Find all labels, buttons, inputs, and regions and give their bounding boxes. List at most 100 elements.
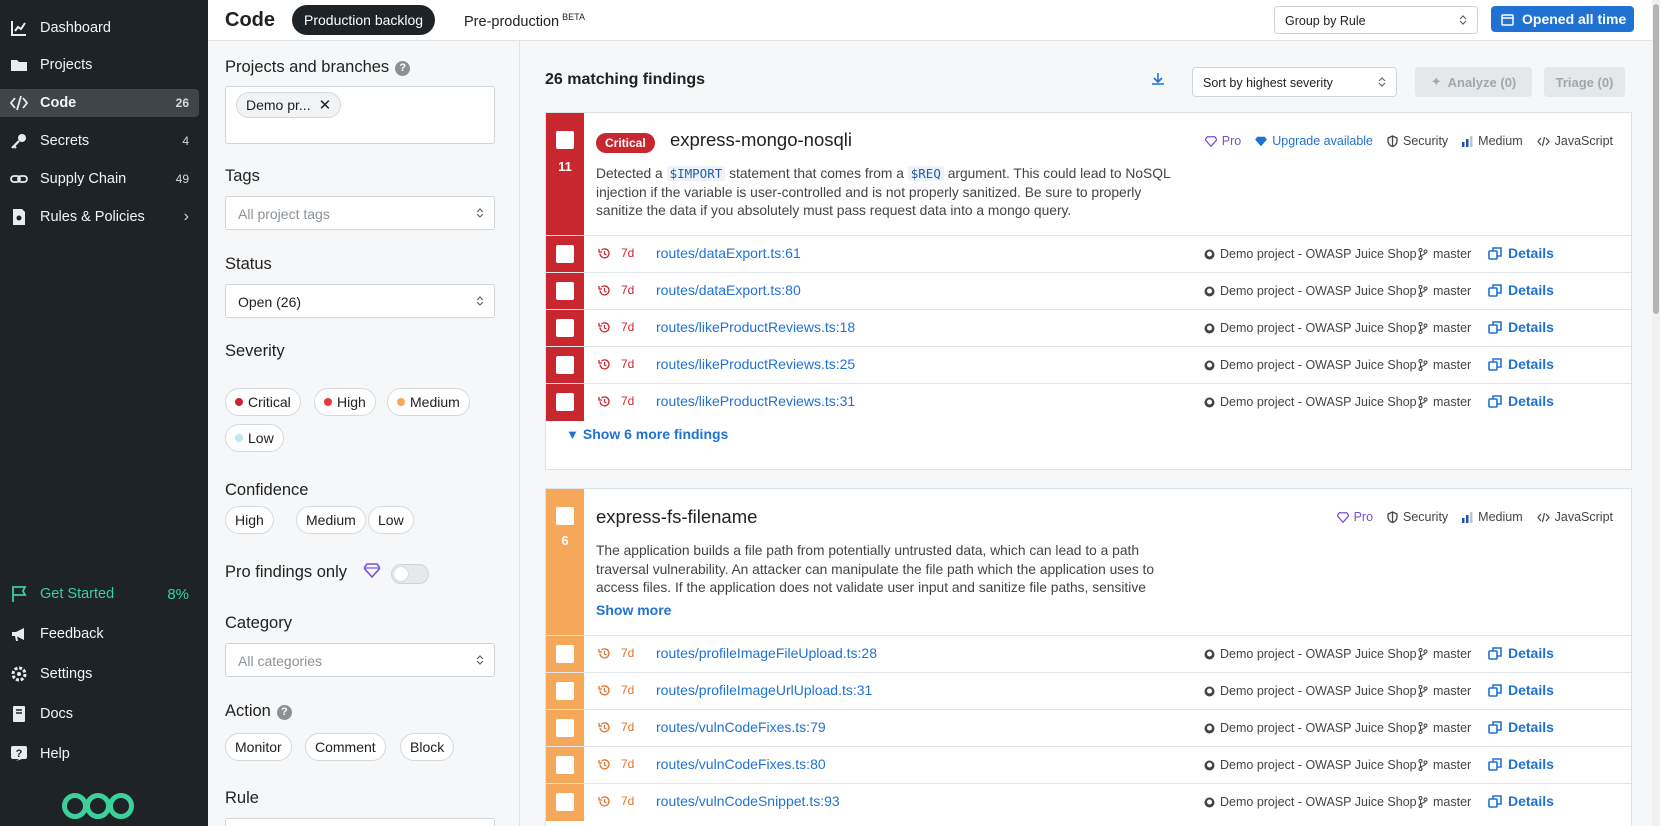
- sidebar-item-help[interactable]: ? Help: [0, 740, 199, 768]
- scrollbar-thumb[interactable]: [1653, 4, 1659, 314]
- category-label: Security: [1403, 134, 1449, 148]
- finding-path-link[interactable]: routes/vulnCodeFixes.ts:80: [656, 756, 826, 772]
- sidebar-item-secrets[interactable]: Secrets 4: [0, 127, 199, 155]
- finding-checkbox[interactable]: [556, 793, 574, 811]
- sidebar-item-get-started[interactable]: Get Started 8%: [0, 580, 199, 608]
- tab-production-backlog[interactable]: Production backlog: [292, 5, 436, 35]
- rule-select[interactable]: [225, 818, 495, 826]
- finding-checkbox[interactable]: [556, 319, 574, 337]
- sidebar-item-feedback[interactable]: Feedback: [0, 620, 199, 648]
- finding-checkbox[interactable]: [556, 245, 574, 263]
- sidebar-item-supply-chain[interactable]: Supply Chain 49: [0, 165, 199, 193]
- download-icon[interactable]: [1150, 71, 1166, 87]
- finding-row[interactable]: 7d routes/likeProductReviews.ts:31 Demo pr…: [546, 383, 1631, 421]
- analyze-button[interactable]: ✦ Analyze (0): [1415, 67, 1532, 97]
- finding-path-link[interactable]: routes/likeProductReviews.ts:18: [656, 319, 855, 335]
- details-button[interactable]: Details: [1488, 682, 1554, 698]
- finding-checkbox[interactable]: [556, 393, 574, 411]
- finding-row[interactable]: 7d routes/dataExport.ts:61 Demo project - …: [546, 235, 1631, 273]
- show-more-link[interactable]: Show more: [596, 602, 671, 618]
- finding-path-link[interactable]: routes/likeProductReviews.ts:25: [656, 356, 855, 372]
- rule-name[interactable]: express-mongo-nosqli: [670, 129, 852, 151]
- sidebar-item-rules-policies[interactable]: Rules & Policies ›: [0, 203, 199, 231]
- finding-path-link[interactable]: routes/dataExport.ts:61: [656, 245, 801, 261]
- details-button[interactable]: Details: [1488, 793, 1554, 809]
- finding-path-link[interactable]: routes/likeProductReviews.ts:31: [656, 393, 855, 409]
- finding-checkbox[interactable]: [556, 645, 574, 663]
- category-select[interactable]: All categories: [225, 643, 495, 677]
- sidebar-item-dashboard[interactable]: Dashboard: [0, 14, 199, 42]
- action-comment-pill[interactable]: Comment: [305, 733, 386, 761]
- svg-text:?: ?: [16, 748, 23, 760]
- sidebar-item-code[interactable]: Code 26: [0, 89, 199, 117]
- finding-row[interactable]: 7d routes/likeProductReviews.ts:25 Demo pr…: [546, 346, 1631, 384]
- finding-checkbox[interactable]: [556, 356, 574, 374]
- pro-findings-toggle[interactable]: [391, 564, 429, 584]
- finding-project: Demo project - OWASP Juice Shop: [1204, 684, 1417, 698]
- sidebar-item-settings[interactable]: Settings: [0, 660, 199, 688]
- details-button[interactable]: Details: [1488, 645, 1554, 661]
- severity-low-pill[interactable]: Low: [225, 424, 284, 452]
- branch-label: master: [1433, 758, 1472, 772]
- sidebar-item-projects[interactable]: Projects: [0, 51, 199, 79]
- finding-path-link[interactable]: routes/dataExport.ts:80: [656, 282, 801, 298]
- confidence-low-pill[interactable]: Low: [368, 506, 414, 534]
- finding-row[interactable]: 7d routes/profileImageFileUpload.ts:28 Dem…: [546, 635, 1631, 673]
- details-button[interactable]: Details: [1488, 393, 1554, 409]
- open-details-icon: [1488, 283, 1502, 297]
- projects-input[interactable]: Demo pr... ✕: [225, 86, 495, 144]
- action-block-pill[interactable]: Block: [400, 733, 455, 761]
- group-checkbox[interactable]: [556, 131, 574, 149]
- chevron-updown-icon: [476, 655, 484, 665]
- projects-filter-label: Projects and branches?: [225, 58, 411, 77]
- language-label: JavaScript: [1554, 134, 1613, 148]
- finding-row[interactable]: 7d routes/likeProductReviews.ts:18 Demo pr…: [546, 309, 1631, 347]
- finding-row[interactable]: 7d routes/vulnCodeFixes.ts:79 Demo project…: [546, 709, 1631, 747]
- finding-row[interactable]: 7d routes/vulnCodeSnippet.ts:93 Demo proje…: [546, 783, 1631, 821]
- sort-select[interactable]: Sort by highest severity: [1192, 67, 1397, 97]
- finding-checkbox[interactable]: [556, 682, 574, 700]
- finding-row[interactable]: 7d routes/dataExport.ts:80 Demo project - …: [546, 272, 1631, 310]
- finding-row[interactable]: 7d routes/profileImageUrlUpload.ts:31 Demo…: [546, 672, 1631, 710]
- project-label: Demo project - OWASP Juice Shop: [1220, 247, 1417, 261]
- show-more-findings-link[interactable]: ▼ Show 6 more findings: [566, 426, 728, 442]
- opened-all-time-button[interactable]: Opened all time: [1491, 6, 1634, 32]
- rule-name[interactable]: express-fs-filename: [596, 506, 757, 528]
- close-icon[interactable]: ✕: [319, 96, 332, 114]
- finding-age: 7d: [598, 320, 634, 334]
- confidence-medium-pill[interactable]: Medium: [296, 506, 366, 534]
- help-icon[interactable]: ?: [395, 61, 411, 76]
- desc-text: Detected a: [596, 166, 667, 181]
- finding-path-link[interactable]: routes/vulnCodeSnippet.ts:93: [656, 793, 840, 809]
- group-by-select[interactable]: Group by Rule: [1274, 6, 1478, 34]
- finding-checkbox[interactable]: [556, 756, 574, 774]
- details-button[interactable]: Details: [1488, 319, 1554, 335]
- sidebar-item-docs[interactable]: Docs: [0, 700, 199, 728]
- details-button[interactable]: Details: [1488, 245, 1554, 261]
- github-icon: [1204, 249, 1215, 259]
- tab-pre-production[interactable]: Pre-production BETA: [464, 12, 585, 30]
- severity-critical-pill[interactable]: Critical: [225, 388, 301, 416]
- details-button[interactable]: Details: [1488, 356, 1554, 372]
- triage-button[interactable]: Triage (0): [1544, 67, 1625, 97]
- finding-checkbox[interactable]: [556, 719, 574, 737]
- group-checkbox[interactable]: [556, 507, 574, 525]
- details-button[interactable]: Details: [1488, 719, 1554, 735]
- details-button[interactable]: Details: [1488, 282, 1554, 298]
- category-placeholder: All categories: [238, 653, 323, 669]
- sparkle-icon: ✦: [1430, 74, 1442, 89]
- finding-path-link[interactable]: routes/profileImageFileUpload.ts:28: [656, 645, 877, 661]
- confidence-high-pill[interactable]: High: [225, 506, 274, 534]
- action-monitor-pill[interactable]: Monitor: [225, 733, 292, 761]
- finding-row[interactable]: 7d routes/vulnCodeFixes.ts:80 Demo project…: [546, 746, 1631, 784]
- severity-medium-pill[interactable]: Medium: [387, 388, 470, 416]
- status-select[interactable]: Open (26): [225, 284, 495, 318]
- finding-path-link[interactable]: routes/profileImageUrlUpload.ts:31: [656, 682, 872, 698]
- details-button[interactable]: Details: [1488, 756, 1554, 772]
- finding-path-link[interactable]: routes/vulnCodeFixes.ts:79: [656, 719, 826, 735]
- finding-checkbox[interactable]: [556, 282, 574, 300]
- tags-select[interactable]: All project tags: [225, 196, 495, 230]
- severity-high-pill[interactable]: High: [314, 388, 376, 416]
- help-icon[interactable]: ?: [276, 705, 292, 720]
- upgrade-link[interactable]: Upgrade available: [1255, 134, 1373, 148]
